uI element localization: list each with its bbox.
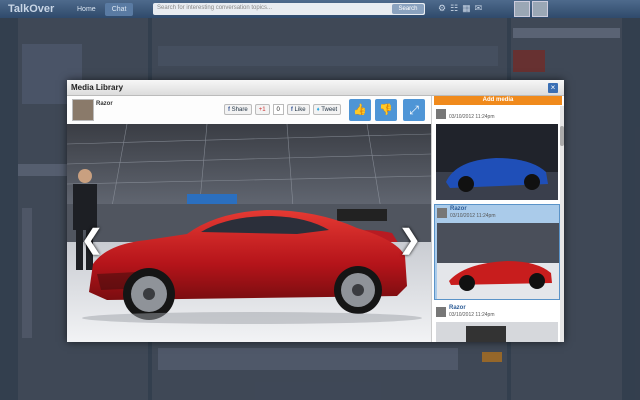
expand-icon[interactable]: ⤢ <box>403 99 425 121</box>
scrollbar-thumb[interactable] <box>560 126 564 146</box>
close-icon[interactable]: × <box>548 83 558 93</box>
tweet-button[interactable]: ♦ Tweet <box>312 104 342 115</box>
author-avatar[interactable] <box>72 99 94 121</box>
avatar <box>436 109 446 119</box>
gplus-button[interactable]: +1 <box>254 104 270 115</box>
add-media-button[interactable]: Add media <box>434 96 562 105</box>
top-icons: ⚙ ☷ ▦ ✉ <box>438 3 482 14</box>
people-icon[interactable]: ☷ <box>450 3 458 14</box>
thumbnail-time: 03/10/2012 11:24pm <box>449 312 495 318</box>
thumbs-down-icon[interactable]: 👎 <box>375 99 397 121</box>
grid-icon[interactable]: ▦ <box>462 3 471 14</box>
thumbnail-item-selected[interactable]: Razor 03/10/2012 11:24pm <box>434 204 560 300</box>
thumbnail-image <box>436 322 558 342</box>
thumbnail-author: Razor <box>449 305 466 311</box>
media-thumbnail-list: Add media 03/10/2012 11:24pm Razor 03/10… <box>431 96 564 342</box>
media-viewer: Razor f Share +1 0 f Like ♦ Tweet 👍 👎 ⤢ <box>67 96 431 342</box>
share-button[interactable]: f Share <box>224 104 252 115</box>
nav-chat[interactable]: Chat <box>104 2 134 16</box>
avatar <box>436 307 446 317</box>
thumbnail-time: 03/10/2012 11:24pm <box>450 213 496 219</box>
avatar[interactable] <box>514 1 530 17</box>
top-bar: TalkOver Home Chat Search for interestin… <box>0 0 640 18</box>
social-buttons: f Share +1 0 f Like ♦ Tweet <box>224 104 342 115</box>
thumbnail-item[interactable]: 03/10/2012 11:24pm <box>434 106 560 202</box>
search-input[interactable]: Search for interesting conversation topi… <box>153 3 425 15</box>
top-avatars <box>514 1 548 17</box>
nav-home[interactable]: Home <box>70 3 103 16</box>
thumbnail-item[interactable]: Razor 03/10/2012 11:24pm <box>434 304 560 342</box>
avatar <box>437 208 447 218</box>
next-arrow-icon[interactable]: ❯ <box>399 224 421 255</box>
thumbnail-author: Razor <box>450 206 467 212</box>
thumbs-up-icon[interactable]: 👍 <box>349 99 371 121</box>
app-logo[interactable]: TalkOver <box>8 3 70 15</box>
thumbnail-image <box>437 223 559 299</box>
thumbnail-image <box>436 124 558 200</box>
author-name[interactable]: Razor <box>96 101 113 107</box>
modal-header: Media Library × <box>67 80 564 96</box>
message-icon[interactable]: ✉ <box>475 3 483 14</box>
media-library-modal: Media Library × Razor f Share +1 0 f Lik… <box>67 80 564 342</box>
modal-title: Media Library <box>71 83 124 92</box>
thumbnail-time: 03/10/2012 11:24pm <box>449 114 495 120</box>
like-button[interactable]: f Like <box>286 104 310 115</box>
author-bar: Razor f Share +1 0 f Like ♦ Tweet 👍 👎 ⤢ <box>67 96 431 124</box>
search-button[interactable]: Search <box>392 4 424 14</box>
media-photo <box>67 124 431 342</box>
prev-arrow-icon[interactable]: ❮ <box>81 224 103 255</box>
avatar[interactable] <box>532 1 548 17</box>
gplus-count: 0 <box>272 104 284 115</box>
settings-icon[interactable]: ⚙ <box>438 3 446 14</box>
